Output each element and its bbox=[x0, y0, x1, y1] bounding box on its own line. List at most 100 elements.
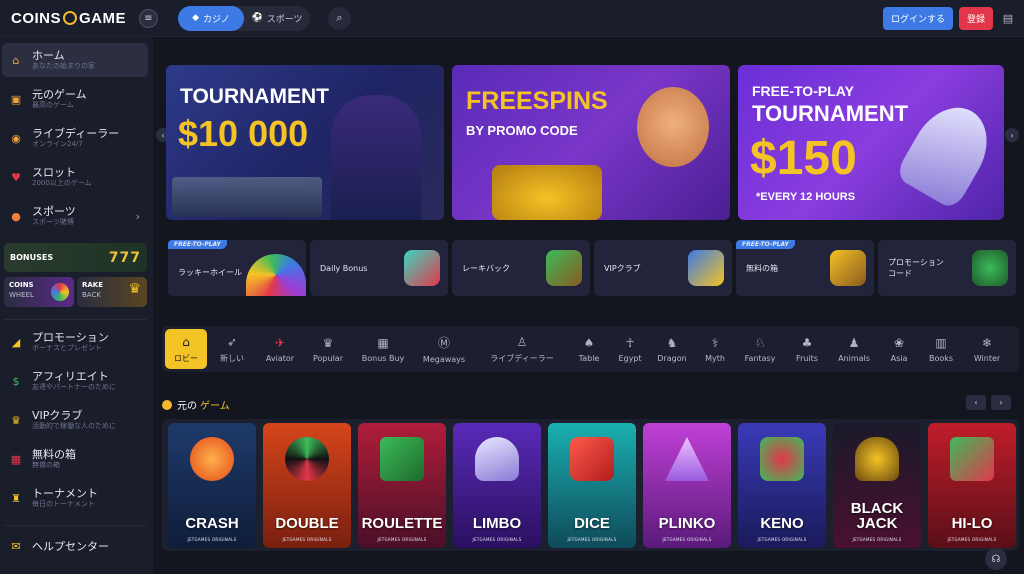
tile-daily-bonus[interactable]: Daily Bonus bbox=[310, 240, 448, 296]
tile-free-box[interactable]: FREE-TO-PLAY 無料の箱 bbox=[736, 240, 874, 296]
m-icon: Ⓜ bbox=[437, 336, 450, 350]
game-studio: JETGAMES ORIGINALS bbox=[662, 537, 712, 542]
sidebar-item-tournament[interactable]: ♜ トーナメント 毎日のトーナメント bbox=[2, 481, 148, 515]
category-animals[interactable]: ♟ Animals bbox=[834, 326, 874, 372]
game-card-hi-lo[interactable]: HI-LO JETGAMES ORIGINALS bbox=[928, 423, 1016, 548]
category-lobby[interactable]: ⌂ ロビー bbox=[165, 329, 207, 369]
banner-tournament[interactable]: TOURNAMENT $10 000 bbox=[166, 65, 444, 220]
register-button[interactable]: 登録 bbox=[959, 6, 993, 30]
search-icon[interactable]: ⌕ bbox=[328, 6, 351, 30]
sidebar-item-help[interactable]: ✉ ヘルプセンター bbox=[2, 529, 148, 563]
game-title: HI-LO bbox=[951, 515, 993, 532]
category-aviator[interactable]: ✈ Aviator bbox=[258, 326, 302, 372]
category-label: Asia bbox=[890, 353, 908, 363]
category-label: Myth bbox=[705, 353, 725, 363]
gold-chest-art bbox=[492, 165, 602, 220]
sidebar-item-sub: 最高のゲーム bbox=[32, 101, 74, 109]
tile-vip[interactable]: VIPクラブ bbox=[594, 240, 732, 296]
game-title: KENO bbox=[760, 515, 804, 532]
gift-icon: ▦ bbox=[377, 335, 389, 350]
game-card-plinko[interactable]: PLINKO JETGAMES ORIGINALS bbox=[643, 423, 731, 548]
sidebar-item-promotions[interactable]: ◢ プロモーション ボーナスとプレゼント bbox=[2, 325, 148, 359]
sidebar-item-label: 元のゲーム bbox=[32, 88, 87, 101]
section-next-icon[interactable]: › bbox=[991, 395, 1011, 410]
category-egypt[interactable]: ☥ Egypt bbox=[614, 326, 646, 372]
game-card-keno[interactable]: KENO JETGAMES ORIGINALS bbox=[738, 423, 826, 548]
category-myth[interactable]: ⚕ Myth bbox=[700, 326, 730, 372]
tab-casino[interactable]: ◆ カジノ bbox=[178, 5, 244, 31]
trophy-icon: ♜ bbox=[11, 491, 21, 505]
game-card-crash[interactable]: CRASH JETGAMES ORIGINALS bbox=[168, 423, 256, 548]
game-card-dice[interactable]: DICE JETGAMES ORIGINALS bbox=[548, 423, 636, 548]
rocket-icon: ➶ bbox=[226, 334, 238, 349]
stacks-art bbox=[172, 177, 322, 217]
banner-free-tournament[interactable]: FREE-TO-PLAY TOURNAMENT $150 *EVERY 12 H… bbox=[738, 65, 1004, 220]
category-live-dealer[interactable]: ♙ ライブディーラー bbox=[482, 326, 562, 372]
tile-label: Daily Bonus bbox=[320, 263, 368, 273]
sidebar-item-label: VIPクラブ bbox=[32, 409, 83, 422]
meteor-icon bbox=[190, 437, 234, 481]
main-content: ‹ › TOURNAMENT $10 000 FREESPINS BY PROM… bbox=[153, 37, 1024, 574]
vip-card-icon bbox=[688, 250, 724, 286]
category-fruits[interactable]: ♣ Fruits bbox=[790, 326, 824, 372]
game-studio: JETGAMES ORIGINALS bbox=[472, 537, 522, 542]
logo-mark-icon bbox=[63, 11, 78, 25]
category-winter[interactable]: ❄ Winter bbox=[968, 326, 1006, 372]
category-bar: ⌂ ロビー ➶ 新しい ✈ Aviator ♛ Popular ▦ Bonus Buy Ⓜ… bbox=[162, 326, 1019, 372]
carousel-next-icon[interactable]: › bbox=[1005, 128, 1019, 142]
category-dragon[interactable]: ♞ Dragon bbox=[654, 326, 690, 372]
sidebar-item-live-dealer[interactable]: ◉ ライブディーラー オンライン24/7 bbox=[2, 121, 148, 155]
divider bbox=[4, 319, 147, 320]
game-card-double[interactable]: DOUBLE JETGAMES ORIGINALS bbox=[263, 423, 351, 548]
tile-promo-code[interactable]: プロモーションコード bbox=[878, 240, 1016, 296]
category-label: Aviator bbox=[265, 353, 295, 363]
coins-icon: ♛ bbox=[128, 281, 141, 297]
game-card-roulette[interactable]: ROULETTE JETGAMES ORIGINALS bbox=[358, 423, 446, 548]
category-popular[interactable]: ♛ Popular bbox=[306, 326, 350, 372]
category-bonus-buy[interactable]: ▦ Bonus Buy bbox=[358, 326, 408, 372]
sidebar-item-vip[interactable]: ♛ VIPクラブ 活動的で稼働な人のために bbox=[2, 403, 148, 437]
sidebar: ⌂ ホーム あなたの始まりの家 ▣ 元のゲーム 最高のゲーム ◉ ライブディーラーオ… bbox=[0, 37, 153, 574]
coins-wheel-button[interactable]: COINS WHEEL bbox=[4, 277, 74, 307]
home-icon: ⌂ bbox=[12, 53, 20, 67]
sidebar-item-originals[interactable]: ▣ 元のゲーム 最高のゲーム bbox=[2, 82, 148, 116]
section-title-yellow: ゲーム bbox=[200, 401, 230, 412]
sidebar-item-sports[interactable]: ● スポーツ スポーツ賭博 › bbox=[2, 199, 148, 233]
lotus-icon: ❀ bbox=[893, 335, 905, 350]
tile-label: プロモーションコード bbox=[888, 258, 944, 278]
tile-label: 無料の箱 bbox=[746, 263, 778, 273]
chat-icon[interactable]: ▤ bbox=[999, 9, 1017, 27]
category-new[interactable]: ➶ 新しい bbox=[212, 326, 252, 372]
tile-label: レーキバック bbox=[462, 263, 510, 273]
tab-casino-label: カジノ bbox=[203, 14, 230, 25]
category-label: Fantasy bbox=[744, 353, 776, 363]
bonuses-banner[interactable]: BONUSES 777 bbox=[4, 243, 147, 272]
tab-sports[interactable]: ⚽ スポーツ bbox=[244, 6, 310, 31]
sidebar-item-sub: 友達やパートナーのために bbox=[32, 383, 116, 391]
sidebar-item-slots[interactable]: ♥ スロット 2000以上のゲーム bbox=[2, 160, 148, 194]
game-card-limbo[interactable]: LIMBO JETGAMES ORIGINALS bbox=[453, 423, 541, 548]
section-prev-icon[interactable]: ‹ bbox=[966, 395, 986, 410]
category-megaways[interactable]: Ⓜ Megaways bbox=[418, 326, 470, 372]
category-asia[interactable]: ❀ Asia bbox=[884, 326, 914, 372]
logo[interactable]: COINS GAME bbox=[11, 10, 139, 27]
category-books[interactable]: ▥ Books bbox=[924, 326, 958, 372]
category-table[interactable]: ♠ Table bbox=[572, 326, 606, 372]
sidebar-item-free-box[interactable]: ▦ 無料の箱 無償の箱 bbox=[2, 442, 148, 476]
free-to-play-badge: FREE-TO-PLAY bbox=[736, 240, 795, 249]
wheel-icon bbox=[246, 254, 306, 296]
clover-icon bbox=[972, 250, 1008, 286]
hamburger-icon[interactable]: ≡ bbox=[139, 8, 158, 28]
support-headset-icon[interactable]: ☊ bbox=[985, 548, 1007, 570]
tile-lucky-wheel[interactable]: FREE-TO-PLAY ラッキーホイール bbox=[168, 240, 306, 296]
tile-rakeback[interactable]: レーキバック bbox=[452, 240, 590, 296]
sidebar-item-home[interactable]: ⌂ ホーム あなたの始まりの家 bbox=[2, 43, 148, 77]
game-title: CRASH bbox=[185, 515, 239, 532]
banner-freespins[interactable]: FREESPINS BY PROMO CODE bbox=[452, 65, 730, 220]
login-button[interactable]: ログインする bbox=[883, 6, 953, 30]
arrows-icon bbox=[950, 437, 994, 481]
rakeback-button[interactable]: RAKE BACK ♛ bbox=[77, 277, 147, 307]
category-fantasy[interactable]: ♘ Fantasy bbox=[740, 326, 780, 372]
sidebar-item-affiliate[interactable]: $ アフィリエイト 友達やパートナーのために bbox=[2, 364, 148, 398]
game-card-blackjack[interactable]: BLACK JACK JETGAMES ORIGINALS bbox=[833, 423, 921, 548]
